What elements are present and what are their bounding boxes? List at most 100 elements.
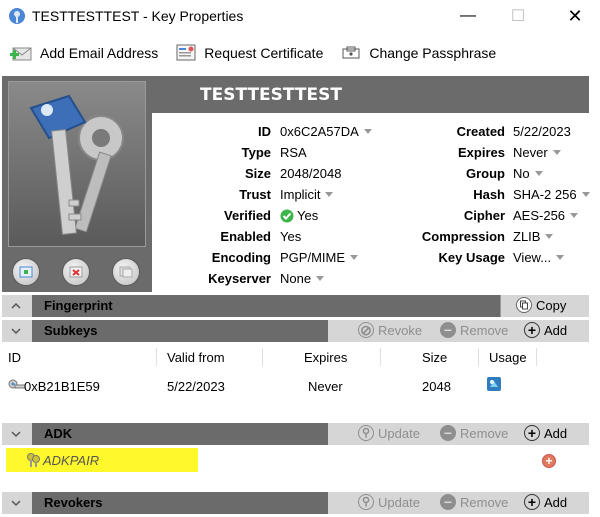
chevron-down-icon — [556, 255, 565, 260]
revoke-subkey-button[interactable]: ⊘ Revoke — [358, 322, 422, 338]
cipher-value[interactable]: AES-256 — [513, 208, 579, 223]
add-adk-button[interactable]: + Add — [524, 425, 567, 441]
change-passphrase-label: Change Passphrase — [369, 45, 497, 61]
key-app-icon — [9, 8, 25, 24]
subkeys-section-header[interactable]: Subkeys ⊘ Revoke − Remove + Add — [2, 320, 589, 342]
keyserver-label: Keyserver — [208, 271, 271, 286]
chevron-down-icon — [363, 129, 372, 134]
window-title: TESTTESTTEST - Key Properties — [32, 8, 244, 24]
chevron-down-icon — [570, 213, 579, 218]
chevron-down-icon — [11, 328, 21, 335]
hash-value[interactable]: SHA-2 256 — [513, 187, 590, 202]
encoding-label: Encoding — [211, 250, 271, 265]
subkeys-title: Subkeys — [44, 323, 98, 338]
adk-section-header[interactable]: ADK ⚲ Update − Remove + Add — [2, 423, 589, 445]
chevron-down-icon — [545, 234, 554, 239]
compression-value[interactable]: ZLIB — [513, 229, 554, 244]
add-subkey-button[interactable]: + Add — [524, 322, 567, 338]
remove-adk-button[interactable]: − Remove — [440, 425, 508, 441]
hash-label: Hash — [473, 187, 505, 202]
change-passphrase-button[interactable]: Change Passphrase — [341, 45, 496, 61]
col-valid-from[interactable]: Valid from — [167, 350, 225, 365]
cipher-label: Cipher — [463, 208, 505, 223]
title-bar: TESTTESTTEST - Key Properties — ☐ ✕ — [0, 0, 600, 32]
request-certificate-label: Request Certificate — [204, 45, 324, 61]
request-certificate-button[interactable]: Request Certificate — [176, 44, 323, 62]
adk-title: ADK — [44, 426, 73, 441]
key-image-panel — [2, 76, 152, 292]
compression-label: Compression — [421, 229, 505, 244]
checkmark-icon — [280, 209, 294, 222]
col-expires[interactable]: Expires — [304, 350, 347, 365]
passphrase-icon — [342, 46, 360, 59]
copy-button[interactable]: Copy — [516, 297, 566, 313]
plus-icon: + — [524, 494, 540, 510]
minus-icon: − — [440, 322, 456, 338]
add-revoker-button[interactable]: + Add — [524, 494, 567, 510]
col-usage[interactable]: Usage — [489, 350, 527, 365]
photo-properties-button[interactable] — [112, 258, 140, 286]
list-item[interactable]: ADKPAIR — [43, 453, 99, 468]
subkey-id: 0xB21B1E59 — [24, 379, 100, 394]
plus-icon: + — [524, 425, 540, 441]
col-id[interactable]: ID — [8, 350, 21, 365]
encoding-value[interactable]: PGP/MIME — [280, 250, 359, 265]
remove-photo-icon — [69, 266, 83, 278]
size-value: 2048/2048 — [280, 166, 342, 181]
keys-icon — [29, 94, 124, 235]
trust-value[interactable]: Implicit — [280, 187, 334, 202]
enabled-value: Yes — [280, 229, 302, 244]
chevron-down-icon — [325, 192, 334, 197]
subkey-valid-from: 5/22/2023 — [167, 379, 225, 394]
update-adk-button[interactable]: ⚲ Update — [358, 425, 420, 441]
revokers-title: Revokers — [44, 495, 103, 510]
remove-photo-button[interactable] — [62, 258, 90, 286]
expires-value[interactable]: Never — [513, 145, 561, 160]
remove-adk-item-button[interactable]: + — [542, 454, 556, 468]
remove-subkey-button[interactable]: − Remove — [440, 322, 508, 338]
enabled-label: Enabled — [220, 229, 271, 244]
verified-label: Verified — [224, 208, 271, 223]
revokers-section-header[interactable]: Revokers ⚲ Update − Remove + Add — [2, 492, 589, 514]
envelope-add-icon — [10, 47, 32, 61]
key-name-bar: TESTTESTTEST — [152, 76, 589, 113]
group-value[interactable]: No — [513, 166, 543, 181]
group-label: Group — [466, 166, 505, 181]
search-icon: ⚲ — [358, 425, 374, 441]
update-revokers-button[interactable]: ⚲ Update — [358, 494, 420, 510]
close-button[interactable]: ✕ — [552, 0, 598, 32]
add-email-label: Add Email Address — [40, 45, 159, 61]
chevron-down-icon — [581, 192, 590, 197]
remove-revoker-button[interactable]: − Remove — [440, 494, 508, 510]
fingerprint-title: Fingerprint — [44, 298, 113, 313]
search-icon: ⚲ — [358, 494, 374, 510]
chevron-down-icon — [11, 431, 21, 438]
add-photo-icon — [19, 266, 33, 278]
trust-label: Trust — [239, 187, 271, 202]
add-email-button[interactable]: Add Email Address — [10, 45, 158, 61]
add-photo-button[interactable] — [12, 258, 40, 286]
photo-properties-icon — [119, 266, 133, 278]
minimize-button[interactable]: — — [445, 0, 491, 32]
col-size[interactable]: Size — [422, 350, 447, 365]
key-usage-label: Key Usage — [438, 250, 505, 265]
chevron-down-icon — [534, 171, 543, 176]
maximize-button[interactable]: ☐ — [495, 0, 541, 32]
minus-icon: − — [440, 425, 456, 441]
key-usage-value[interactable]: View... — [513, 250, 565, 265]
id-value[interactable]: 0x6C2A57DA — [280, 124, 372, 139]
toolbar: Add Email Address Request Certificate Ch… — [0, 34, 600, 72]
size-label: Size — [244, 166, 271, 181]
usage-icon — [487, 377, 501, 391]
verified-value: Yes — [280, 208, 318, 223]
id-label: ID — [258, 124, 271, 139]
fingerprint-section-header[interactable]: Fingerprint Copy — [2, 295, 589, 317]
keyserver-value[interactable]: None — [280, 271, 325, 286]
copy-icon — [516, 297, 532, 313]
type-value: RSA — [280, 145, 307, 160]
table-row[interactable]: 0xB21B1E59 5/22/2023 Never 2048 — [2, 372, 589, 400]
plus-icon: + — [545, 454, 553, 468]
created-value: 5/22/2023 — [513, 124, 571, 139]
key-image — [8, 81, 146, 247]
certificate-icon — [176, 44, 196, 61]
